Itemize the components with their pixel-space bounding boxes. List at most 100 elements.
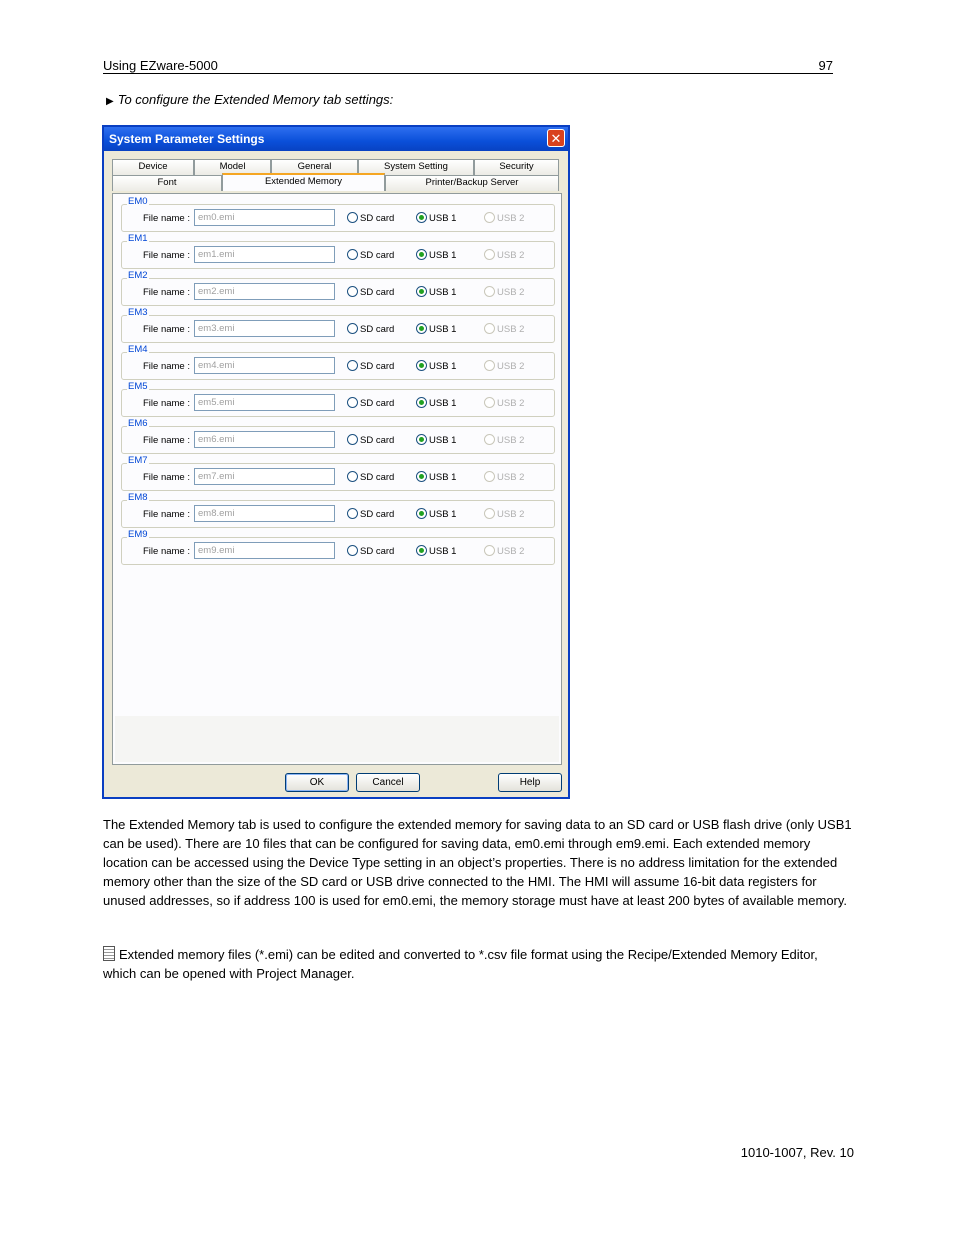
usb2-label: USB 2 xyxy=(497,509,525,520)
radio-selected-icon xyxy=(416,545,427,556)
radio-icon xyxy=(347,360,358,371)
tab-font[interactable]: Font xyxy=(112,175,222,191)
usb1-radio[interactable]: USB 1 xyxy=(416,545,456,557)
usb2-radio: USB 2 xyxy=(484,286,524,298)
usb2-radio: USB 2 xyxy=(484,360,524,372)
sd-card-radio[interactable]: SD card xyxy=(347,286,394,298)
sd-card-radio[interactable]: SD card xyxy=(347,508,394,520)
radio-icon xyxy=(484,323,495,334)
body-paragraph: The Extended Memory tab is used to confi… xyxy=(103,817,852,908)
radio-icon xyxy=(484,545,495,556)
dialog-titlebar: System Parameter Settings ✕ xyxy=(104,127,568,151)
ok-button[interactable]: OK xyxy=(285,773,349,792)
radio-icon xyxy=(347,434,358,445)
tab-extended-memory[interactable]: Extended Memory xyxy=(222,173,385,191)
em-group-label: EM0 xyxy=(127,196,149,207)
usb2-radio: USB 2 xyxy=(484,323,524,335)
page-number: 97 xyxy=(818,58,833,73)
file-name-label: File name : xyxy=(143,287,190,298)
sd-card-radio[interactable]: SD card xyxy=(347,545,394,557)
extended-memory-panel: EM0 File name : em0.emi SD card USB 1 USB 2 EM… xyxy=(112,193,562,765)
usb1-label: USB 1 xyxy=(429,472,457,483)
sd-card-label: SD card xyxy=(360,324,395,335)
usb1-radio[interactable]: USB 1 xyxy=(416,360,456,372)
radio-selected-icon xyxy=(416,249,427,260)
usb1-radio[interactable]: USB 1 xyxy=(416,286,456,298)
step-intro: ▶ To configure the Extended Memory tab se… xyxy=(106,92,393,107)
usb2-radio: USB 2 xyxy=(484,434,524,446)
note-paragraph: Extended memory files (*.emi) can be edi… xyxy=(103,945,853,983)
usb1-radio[interactable]: USB 1 xyxy=(416,212,456,224)
em-group: EM5 File name : em5.emi SD card USB 1 USB 2 xyxy=(121,381,555,417)
sd-card-radio[interactable]: SD card xyxy=(347,249,394,261)
usb2-label: USB 2 xyxy=(497,435,525,446)
sd-card-radio[interactable]: SD card xyxy=(347,212,394,224)
radio-icon xyxy=(347,471,358,482)
usb2-radio: USB 2 xyxy=(484,212,524,224)
sd-card-label: SD card xyxy=(360,472,395,483)
sd-card-radio[interactable]: SD card xyxy=(347,434,394,446)
radio-selected-icon xyxy=(416,434,427,445)
help-button[interactable]: Help xyxy=(498,773,562,792)
file-name-input[interactable]: em5.emi xyxy=(194,394,335,411)
tab-device[interactable]: Device xyxy=(112,159,194,175)
usb1-label: USB 1 xyxy=(429,361,457,372)
radio-selected-icon xyxy=(416,397,427,408)
sd-card-label: SD card xyxy=(360,287,395,298)
sd-card-radio[interactable]: SD card xyxy=(347,397,394,409)
usb1-radio[interactable]: USB 1 xyxy=(416,471,456,483)
radio-icon xyxy=(484,434,495,445)
sd-card-radio[interactable]: SD card xyxy=(347,323,394,335)
usb1-radio[interactable]: USB 1 xyxy=(416,508,456,520)
tab-security[interactable]: Security xyxy=(474,159,559,175)
em-group-label: EM3 xyxy=(127,307,149,318)
file-name-label: File name : xyxy=(143,324,190,335)
usb2-radio: USB 2 xyxy=(484,471,524,483)
em-group: EM3 File name : em3.emi SD card USB 1 USB 2 xyxy=(121,307,555,343)
file-name-input[interactable]: em7.emi xyxy=(194,468,335,485)
usb2-radio: USB 2 xyxy=(484,249,524,261)
panel-footer-area xyxy=(115,716,559,762)
file-name-input[interactable]: em1.emi xyxy=(194,246,335,263)
usb2-label: USB 2 xyxy=(497,287,525,298)
sd-card-radio[interactable]: SD card xyxy=(347,360,394,372)
cancel-button[interactable]: Cancel xyxy=(356,773,420,792)
sd-card-radio[interactable]: SD card xyxy=(347,471,394,483)
file-name-input[interactable]: em2.emi xyxy=(194,283,335,300)
em-group: EM9 File name : em9.emi SD card USB 1 USB 2 xyxy=(121,529,555,565)
radio-icon xyxy=(484,508,495,519)
tab-printer-backup-server[interactable]: Printer/Backup Server xyxy=(385,175,559,191)
em-group: EM0 File name : em0.emi SD card USB 1 USB 2 xyxy=(121,196,555,232)
usb1-radio[interactable]: USB 1 xyxy=(416,323,456,335)
usb2-label: USB 2 xyxy=(497,324,525,335)
file-name-label: File name : xyxy=(143,398,190,409)
radio-icon xyxy=(347,212,358,223)
em-group-label: EM6 xyxy=(127,418,149,429)
radio-icon xyxy=(484,249,495,260)
file-name-input[interactable]: em0.emi xyxy=(194,209,335,226)
close-icon[interactable]: ✕ xyxy=(547,129,565,147)
dialog-title: System Parameter Settings xyxy=(109,132,265,146)
file-name-label: File name : xyxy=(143,250,190,261)
sd-card-label: SD card xyxy=(360,398,395,409)
file-name-label: File name : xyxy=(143,472,190,483)
file-name-input[interactable]: em6.emi xyxy=(194,431,335,448)
file-name-input[interactable]: em3.emi xyxy=(194,320,335,337)
usb1-radio[interactable]: USB 1 xyxy=(416,434,456,446)
usb1-label: USB 1 xyxy=(429,509,457,520)
sd-card-label: SD card xyxy=(360,546,395,557)
usb1-radio[interactable]: USB 1 xyxy=(416,397,456,409)
em-group: EM7 File name : em7.emi SD card USB 1 USB 2 xyxy=(121,455,555,491)
radio-icon xyxy=(347,323,358,334)
usb1-label: USB 1 xyxy=(429,287,457,298)
file-name-label: File name : xyxy=(143,509,190,520)
usb2-label: USB 2 xyxy=(497,546,525,557)
file-name-input[interactable]: em4.emi xyxy=(194,357,335,374)
usb2-radio: USB 2 xyxy=(484,397,524,409)
usb1-label: USB 1 xyxy=(429,213,457,224)
file-name-input[interactable]: em8.emi xyxy=(194,505,335,522)
file-name-input[interactable]: em9.emi xyxy=(194,542,335,559)
radio-selected-icon xyxy=(416,323,427,334)
usb1-radio[interactable]: USB 1 xyxy=(416,249,456,261)
note-icon xyxy=(103,946,115,961)
